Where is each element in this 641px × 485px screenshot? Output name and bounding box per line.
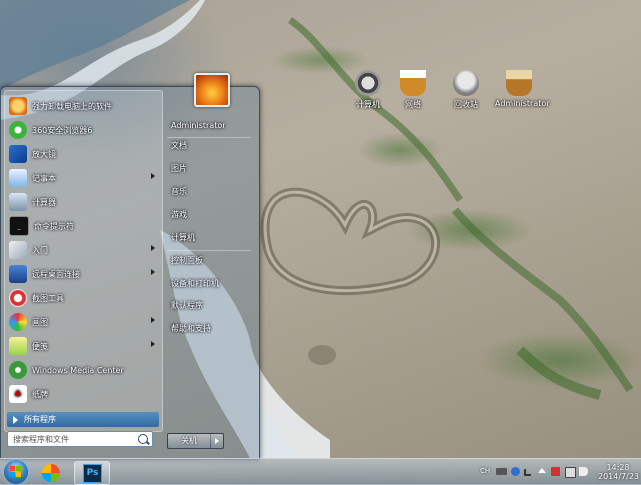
right-item-administrator[interactable]: Administrator [171,118,226,134]
getting-started-icon [9,241,27,259]
search-placeholder: 搜索程序和文件 [13,434,69,444]
program-item[interactable]: 360安全浏览器6 [7,119,159,141]
program-label: Windows Media Center [32,365,124,375]
program-label: 便笺 [32,341,48,351]
program-label: 360安全浏览器6 [32,125,93,135]
program-item[interactable]: 放大镜 [7,143,159,165]
program-label: 放大镜 [32,149,56,159]
right-item-help-support[interactable]: 帮助和支持 [171,321,211,337]
program-item[interactable]: 便笺 [7,335,159,357]
language-indicator[interactable]: CH [480,467,490,475]
program-item[interactable]: 截图工具 [7,287,159,309]
command-prompt-icon: _ [9,216,29,236]
program-item[interactable]: 画图 [7,311,159,333]
snipping-tool-icon [9,289,27,307]
program-label: 计算器 [32,197,56,207]
action-center-icon[interactable] [551,467,560,476]
submenu-arrow-icon [151,269,155,275]
divider [167,250,251,251]
desktop-icon-label: 计算机 [356,100,380,109]
program-item[interactable]: 计算器 [7,191,159,213]
taskbar-media-player-button[interactable] [34,461,70,485]
desktop-icon-label: 网络 [405,100,421,109]
desktop-icon-recycle-bin[interactable]: 回收站 [444,70,488,110]
right-item-pictures[interactable]: 图片 [171,161,187,177]
remote-desktop-icon [9,265,27,283]
search-icon[interactable] [138,434,148,444]
photoshop-icon: Ps [83,464,102,483]
clock[interactable]: 14:28 2014/7/23 [598,463,640,481]
program-label: 画图 [32,317,48,327]
start-button[interactable] [4,460,28,484]
user-folder-icon [506,70,532,96]
notepad-icon [9,169,27,187]
windows-logo-icon [10,466,22,478]
right-item-music[interactable]: 音乐 [171,184,187,200]
sticky-notes-icon [9,337,27,355]
submenu-arrow-icon [151,245,155,251]
search-input[interactable]: 搜索程序和文件 [7,431,153,447]
user-picture[interactable] [194,73,230,107]
desktop-icon-label: 回收站 [454,100,478,109]
help-icon[interactable] [511,467,520,476]
desktop-icon-computer[interactable]: 计算机 [346,70,390,110]
right-item-computer[interactable]: 计算机 [171,230,195,246]
program-label: 入门 [32,245,48,255]
clock-date: 2014/7/23 [598,472,640,481]
browser-360-icon [9,121,27,139]
program-item[interactable]: 记事本 [7,167,159,189]
keyboard-icon[interactable] [496,468,507,475]
submenu-arrow-icon [151,341,155,347]
right-item-documents[interactable]: 文档 [171,138,187,154]
paint-icon [9,313,27,331]
media-player-icon [42,464,60,482]
right-item-default-programs[interactable]: 默认程序 [171,298,203,314]
media-center-icon [9,361,27,379]
program-item[interactable]: ♠ 纸牌 [7,383,159,405]
right-item-devices-printers[interactable]: 设备和打印机 [171,276,219,292]
desktop-icon-administrator[interactable]: Administrator [495,70,550,108]
network-status-icon[interactable] [565,467,576,478]
all-programs-arrow-icon [13,415,18,424]
taskbar-photoshop-button[interactable]: Ps [74,461,110,485]
system-tray: CH [478,462,598,482]
all-programs-label: 所有程序 [24,415,56,424]
clock-time: 14:28 [606,463,630,472]
options-icon[interactable] [524,469,531,476]
program-label: 强力卸载电脑上的软件 [32,101,112,111]
program-item[interactable]: 强力卸载电脑上的软件 [7,95,159,117]
network-icon [400,70,426,96]
program-label: 截图工具 [32,293,64,303]
program-item[interactable]: 远程桌面连接 [7,263,159,285]
program-item[interactable]: _ 命令提示符 [7,215,159,237]
magnifier-icon [9,145,27,163]
shutdown-button[interactable]: 关机 [167,433,211,449]
right-item-games[interactable]: 游戏 [171,207,187,223]
program-label: 远程桌面连接 [32,269,80,279]
submenu-arrow-icon [151,173,155,179]
taskbar: Ps CH 14:28 2014/7/23 [0,458,641,485]
all-programs-button[interactable]: 所有程序 [7,412,159,427]
program-item[interactable]: Windows Media Center [7,359,159,381]
computer-icon [355,70,381,96]
show-hidden-icons-icon[interactable] [538,468,546,473]
recycle-bin-icon [453,70,479,96]
calculator-icon [9,193,27,211]
solitaire-icon: ♠ [9,385,27,403]
desktop-icon-network[interactable]: 网络 [391,70,435,110]
program-item[interactable]: 入门 [7,239,159,261]
program-label: 纸牌 [32,389,48,399]
start-menu: 强力卸载电脑上的软件 360安全浏览器6 放大镜 记事本 计算器 _ 命令提示符… [0,73,260,460]
shutdown-options-button[interactable] [210,433,224,449]
program-label: 记事本 [32,173,56,183]
program-label: 命令提示符 [34,221,74,231]
start-menu-programs-pane: 强力卸载电脑上的软件 360安全浏览器6 放大镜 记事本 计算器 _ 命令提示符… [4,90,163,432]
right-item-control-panel[interactable]: 控制面板 [171,253,203,269]
uninstall-icon [9,97,27,115]
desktop-icon-label: Administrator [495,99,550,108]
volume-icon[interactable] [579,467,588,476]
submenu-arrow-icon [151,317,155,323]
